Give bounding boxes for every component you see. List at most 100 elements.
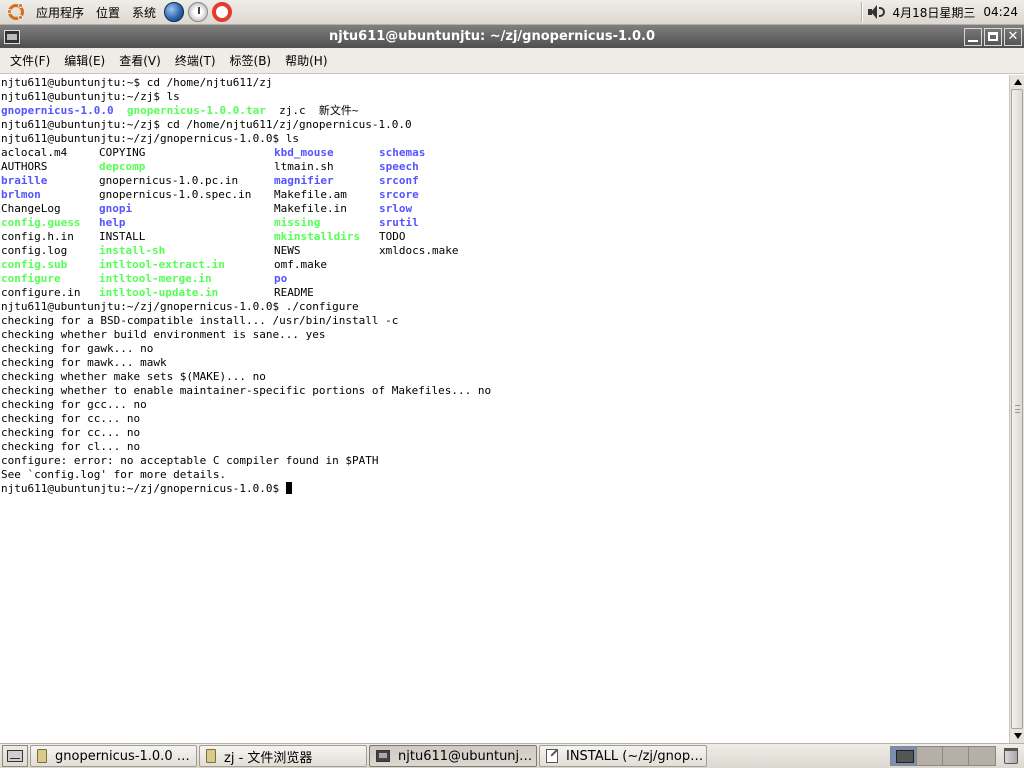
scroll-up-button[interactable] — [1010, 75, 1024, 89]
ls-output-grid: aclocal.m4 COPYING kbd_mouse schemas AUTHORS… — [1, 146, 1009, 300]
scroll-thumb[interactable] — [1011, 89, 1023, 729]
ls-grid-row: config.guess help missing srutil — [1, 216, 1009, 230]
notification-area: 4月18日星期三 04:24 — [857, 0, 1024, 25]
ls-entry: gnopernicus-1.0.0 — [1, 104, 114, 117]
workspace-switcher — [890, 746, 996, 766]
window-menu-icon[interactable] — [4, 29, 20, 44]
menu-places[interactable]: 位置 — [90, 4, 126, 21]
ls-entry: configure — [1, 272, 61, 285]
ls-entry: help — [99, 216, 126, 229]
clock-time[interactable]: 04:24 — [977, 5, 1024, 19]
ls-entry: srlow — [379, 202, 413, 215]
folder-icon — [206, 749, 216, 763]
globe-icon — [164, 2, 185, 22]
ls-entry: Makefile.in — [274, 202, 347, 215]
ls-entry: gnopernicus-1.0.0.tar — [126, 104, 266, 117]
task-install-editor[interactable]: INSTALL (~/zj/gnop… — [539, 745, 707, 767]
terminal-line: checking for gcc... no — [1, 398, 147, 411]
ls-entry: magnifier — [274, 174, 334, 187]
ls-entry: intltool-merge.in — [99, 272, 212, 285]
desktop-icon — [7, 750, 23, 762]
ubuntu-logo-icon[interactable] — [6, 2, 26, 22]
ls-entry: gnopernicus-1.0.spec.in — [99, 188, 252, 201]
ls-entry: brlmon — [1, 188, 41, 201]
terminal-prompt: njtu611@ubuntunjtu:~/zj/gnopernicus-1.0.… — [1, 482, 1009, 496]
window-title: njtu611@ubuntunjtu: ~/zj/gnopernicus-1.0… — [328, 29, 655, 44]
ls-entry: schemas — [379, 146, 426, 159]
ls-entry: srcore — [379, 188, 419, 201]
web-browser-launcher[interactable] — [163, 1, 185, 23]
trash-button[interactable] — [1000, 745, 1022, 767]
ls-grid-row: aclocal.m4 COPYING kbd_mouse schemas — [1, 146, 1009, 160]
speaker-icon[interactable] — [867, 4, 887, 20]
ls-entry: mkinstalldirs — [274, 230, 361, 243]
ls-entry — [379, 286, 489, 300]
terminal-line: checking for gawk... no — [1, 342, 154, 355]
terminal-line: configure: error: no acceptable C compil… — [1, 454, 379, 467]
arrow-up-icon — [1013, 79, 1022, 85]
terminal-line: njtu611@ubuntunjtu:~/zj/gnopernicus-1.0.… — [1, 132, 300, 145]
task-terminal[interactable]: njtu611@ubuntunjt… — [369, 745, 537, 767]
close-button[interactable]: ✕ — [1004, 27, 1022, 46]
workspace-3[interactable] — [943, 747, 969, 765]
window-titlebar[interactable]: njtu611@ubuntunjtu: ~/zj/gnopernicus-1.0… — [0, 25, 1024, 48]
menu-file[interactable]: 文件(F) — [4, 52, 58, 69]
terminal-line: checking for cc... no — [1, 426, 141, 439]
ls-entry: TODO — [379, 230, 406, 243]
ls-entry — [379, 258, 489, 272]
ls-entry: AUTHORS — [1, 160, 48, 173]
menu-terminal[interactable]: 终端(T) — [169, 52, 224, 69]
task-gnopernicus-folder[interactable]: gnopernicus-1.0.0 … — [30, 745, 197, 767]
menu-applications[interactable]: 应用程序 — [30, 4, 90, 21]
ls-entry — [379, 272, 489, 286]
arrow-down-icon — [1013, 733, 1022, 739]
ls-entry: config.h.in — [1, 230, 74, 243]
minimize-button[interactable] — [964, 27, 982, 46]
clock-date[interactable]: 4月18日星期三 — [893, 4, 978, 21]
minimize-icon — [968, 39, 978, 42]
workspace-1[interactable] — [891, 747, 917, 765]
ls-grid-row: braille gnopernicus-1.0.pc.in magnifier src… — [1, 174, 1009, 188]
ls-entry: NEWS — [274, 244, 301, 257]
menu-help[interactable]: 帮助(H) — [279, 52, 335, 69]
mail-launcher[interactable] — [187, 1, 209, 23]
ls-grid-row: ChangeLog gnopi Makefile.in srlow — [1, 202, 1009, 216]
terminal-line: njtu611@ubuntunjtu:~$ cd /home/njtu611/z… — [1, 76, 273, 89]
terminal-line: checking for cl... no — [1, 440, 141, 453]
ls-entry: README — [274, 286, 314, 299]
ls-entry: gnopernicus-1.0.pc.in — [99, 174, 239, 187]
task-zj-file-browser[interactable]: zj - 文件浏览器 — [199, 745, 367, 767]
menu-edit[interactable]: 编辑(E) — [58, 52, 113, 69]
ls-entry: INSTALL — [99, 230, 146, 243]
vertical-scrollbar[interactable] — [1009, 75, 1024, 743]
workspace-2[interactable] — [917, 747, 943, 765]
bottom-panel: gnopernicus-1.0.0 … zj - 文件浏览器 njtu611@u… — [0, 743, 1024, 768]
mail-icon — [188, 2, 209, 22]
ls-entry: srutil — [379, 216, 419, 229]
terminal-output[interactable]: njtu611@ubuntunjtu:~$ cd /home/njtu611/z… — [0, 75, 1009, 743]
trash-icon — [1004, 748, 1018, 764]
ls-grid-row: brlmon gnopernicus-1.0.spec.in Makefile.am… — [1, 188, 1009, 202]
workspace-4[interactable] — [969, 747, 995, 765]
terminal-line: checking whether make sets $(MAKE)... no — [1, 370, 266, 383]
ls-entry: configure.in — [1, 286, 81, 299]
terminal-line: njtu611@ubuntunjtu:~/zj$ cd /home/njtu61… — [1, 118, 412, 131]
ls-grid-row: configure intltool-merge.in po — [1, 272, 1009, 286]
help-launcher[interactable] — [211, 1, 233, 23]
folder-icon — [37, 749, 47, 763]
terminal-line: njtu611@ubuntunjtu:~/zj$ ls — [1, 90, 180, 103]
ls-gap — [114, 104, 127, 117]
show-desktop-button[interactable] — [2, 745, 28, 767]
menu-tabs[interactable]: 标签(B) — [224, 52, 280, 69]
maximize-button[interactable] — [984, 27, 1002, 46]
ls-entry: intltool-extract.in — [99, 258, 225, 271]
ls-entry: install-sh — [99, 244, 166, 257]
grip-icon — [1015, 405, 1020, 413]
text-editor-icon — [546, 749, 558, 763]
menu-system[interactable]: 系统 — [126, 4, 162, 21]
ls-grid-row: config.h.in INSTALL mkinstalldirs TODO — [1, 230, 1009, 244]
menu-view[interactable]: 查看(V) — [113, 52, 169, 69]
task-label: INSTALL (~/zj/gnop… — [566, 748, 704, 764]
scroll-down-button[interactable] — [1010, 729, 1024, 743]
prompt-text: njtu611@ubuntunjtu:~/zj/gnopernicus-1.0.… — [1, 482, 286, 495]
